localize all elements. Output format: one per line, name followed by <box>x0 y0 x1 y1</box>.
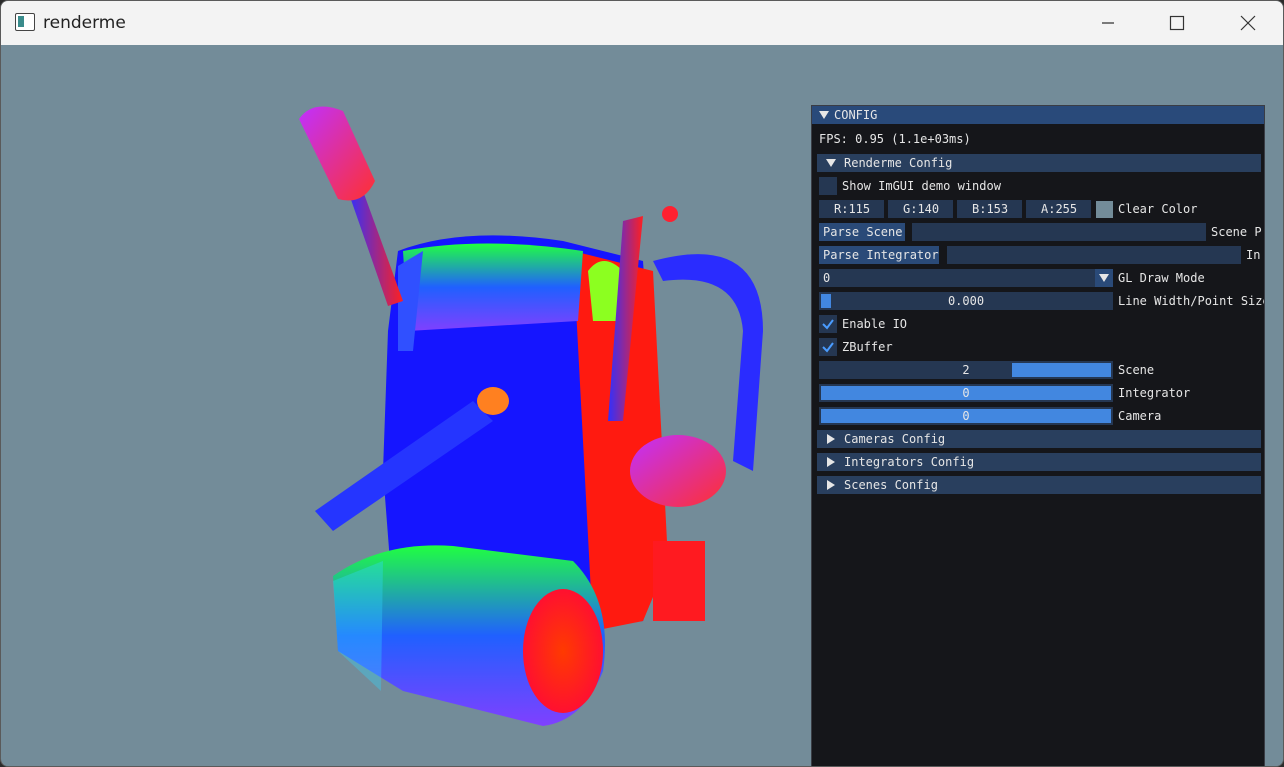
parse-integrator-button[interactable]: Parse Integrator <box>819 246 939 264</box>
clear-color-label: Clear Color <box>1118 202 1198 216</box>
minimize-button[interactable] <box>1073 1 1143 45</box>
scene-path-label: Scene P <box>1211 225 1262 239</box>
collapsed-arrow-icon <box>827 480 835 490</box>
draw-mode-label: GL Draw Mode <box>1118 271 1205 285</box>
enable-io-label: Enable IO <box>842 317 908 331</box>
integrator-slider-value: 0 <box>962 386 970 400</box>
integrator-path-input[interactable] <box>947 246 1241 264</box>
line-width-label: Line Width/Point Size <box>1118 294 1265 308</box>
collapse-arrow-icon[interactable] <box>819 111 829 119</box>
maximize-button[interactable] <box>1142 1 1212 45</box>
close-icon <box>1240 15 1256 31</box>
app-window: renderme CONFIG FPS: 0.95 (1.1e+03ms) Re… <box>0 0 1284 767</box>
fps-readout: FPS: 0.95 (1.1e+03ms) <box>819 132 971 146</box>
zbuffer-label: ZBuffer <box>842 340 893 354</box>
renderme-config-label: Renderme Config <box>844 156 953 170</box>
renderme-config-header[interactable]: Renderme Config <box>817 154 1261 172</box>
collapsed-arrow-icon <box>827 434 835 444</box>
config-panel[interactable]: CONFIG FPS: 0.95 (1.1e+03ms) Renderme Co… <box>811 105 1265 766</box>
config-title: CONFIG <box>834 108 878 122</box>
integrator-path-label: In <box>1246 248 1261 262</box>
minimize-icon <box>1102 22 1114 24</box>
color-b-field[interactable]: B:153 <box>957 200 1022 218</box>
cameras-config-header[interactable]: Cameras Config <box>817 430 1261 448</box>
config-title-bar[interactable]: CONFIG <box>812 106 1264 124</box>
color-a-value: A:255 <box>1041 202 1078 216</box>
integrator-slider-label: Integrator <box>1118 386 1191 400</box>
scenes-config-label: Scenes Config <box>844 478 938 492</box>
camera-slider[interactable]: 0 <box>819 407 1113 425</box>
window-title: renderme <box>43 13 126 33</box>
show-demo-label: Show ImGUI demo window <box>842 179 1001 193</box>
scenes-config-header[interactable]: Scenes Config <box>817 476 1261 494</box>
combo-arrow-button[interactable] <box>1095 269 1113 287</box>
parse-integrator-label: Parse Integrator <box>823 248 939 262</box>
integrator-slider[interactable]: 0 <box>819 384 1113 402</box>
draw-mode-value: 0 <box>823 271 831 285</box>
color-r-field[interactable]: R:115 <box>819 200 884 218</box>
color-b-value: B:153 <box>972 202 1009 216</box>
draw-mode-combo[interactable]: 0 <box>819 269 1113 287</box>
line-width-value: 0.000 <box>947 294 985 308</box>
rendered-backpack-model <box>299 106 763 726</box>
color-g-value: G:140 <box>903 202 940 216</box>
integrators-config-header[interactable]: Integrators Config <box>817 453 1261 471</box>
color-g-field[interactable]: G:140 <box>888 200 953 218</box>
enable-io-checkbox[interactable] <box>819 315 837 333</box>
expanded-arrow-icon <box>826 159 836 167</box>
show-demo-checkbox[interactable] <box>819 177 837 195</box>
cameras-config-label: Cameras Config <box>844 432 946 446</box>
parse-scene-label: Parse Scene <box>823 225 903 239</box>
scene-path-input[interactable] <box>912 223 1206 241</box>
title-bar[interactable]: renderme <box>1 1 1283 45</box>
color-a-field[interactable]: A:255 <box>1026 200 1091 218</box>
parse-scene-button[interactable]: Parse Scene <box>819 223 905 241</box>
chevron-down-icon <box>1099 274 1109 282</box>
scene-slider[interactable]: 2 <box>819 361 1113 379</box>
maximize-icon <box>1169 15 1185 31</box>
checkmark-icon <box>822 342 834 353</box>
clear-color-swatch[interactable] <box>1096 201 1113 218</box>
color-r-value: R:115 <box>834 202 871 216</box>
zbuffer-checkbox[interactable] <box>819 338 837 356</box>
checkmark-icon <box>822 319 834 330</box>
close-button[interactable] <box>1213 1 1283 45</box>
camera-slider-value: 0 <box>962 409 970 423</box>
collapsed-arrow-icon <box>827 457 835 467</box>
integrators-config-label: Integrators Config <box>844 455 975 469</box>
line-width-slider[interactable]: 0.000 <box>819 292 1113 310</box>
scene-slider-value: 2 <box>962 363 970 377</box>
app-icon <box>15 13 35 31</box>
camera-slider-label: Camera <box>1118 409 1162 423</box>
scene-slider-label: Scene <box>1118 363 1155 377</box>
